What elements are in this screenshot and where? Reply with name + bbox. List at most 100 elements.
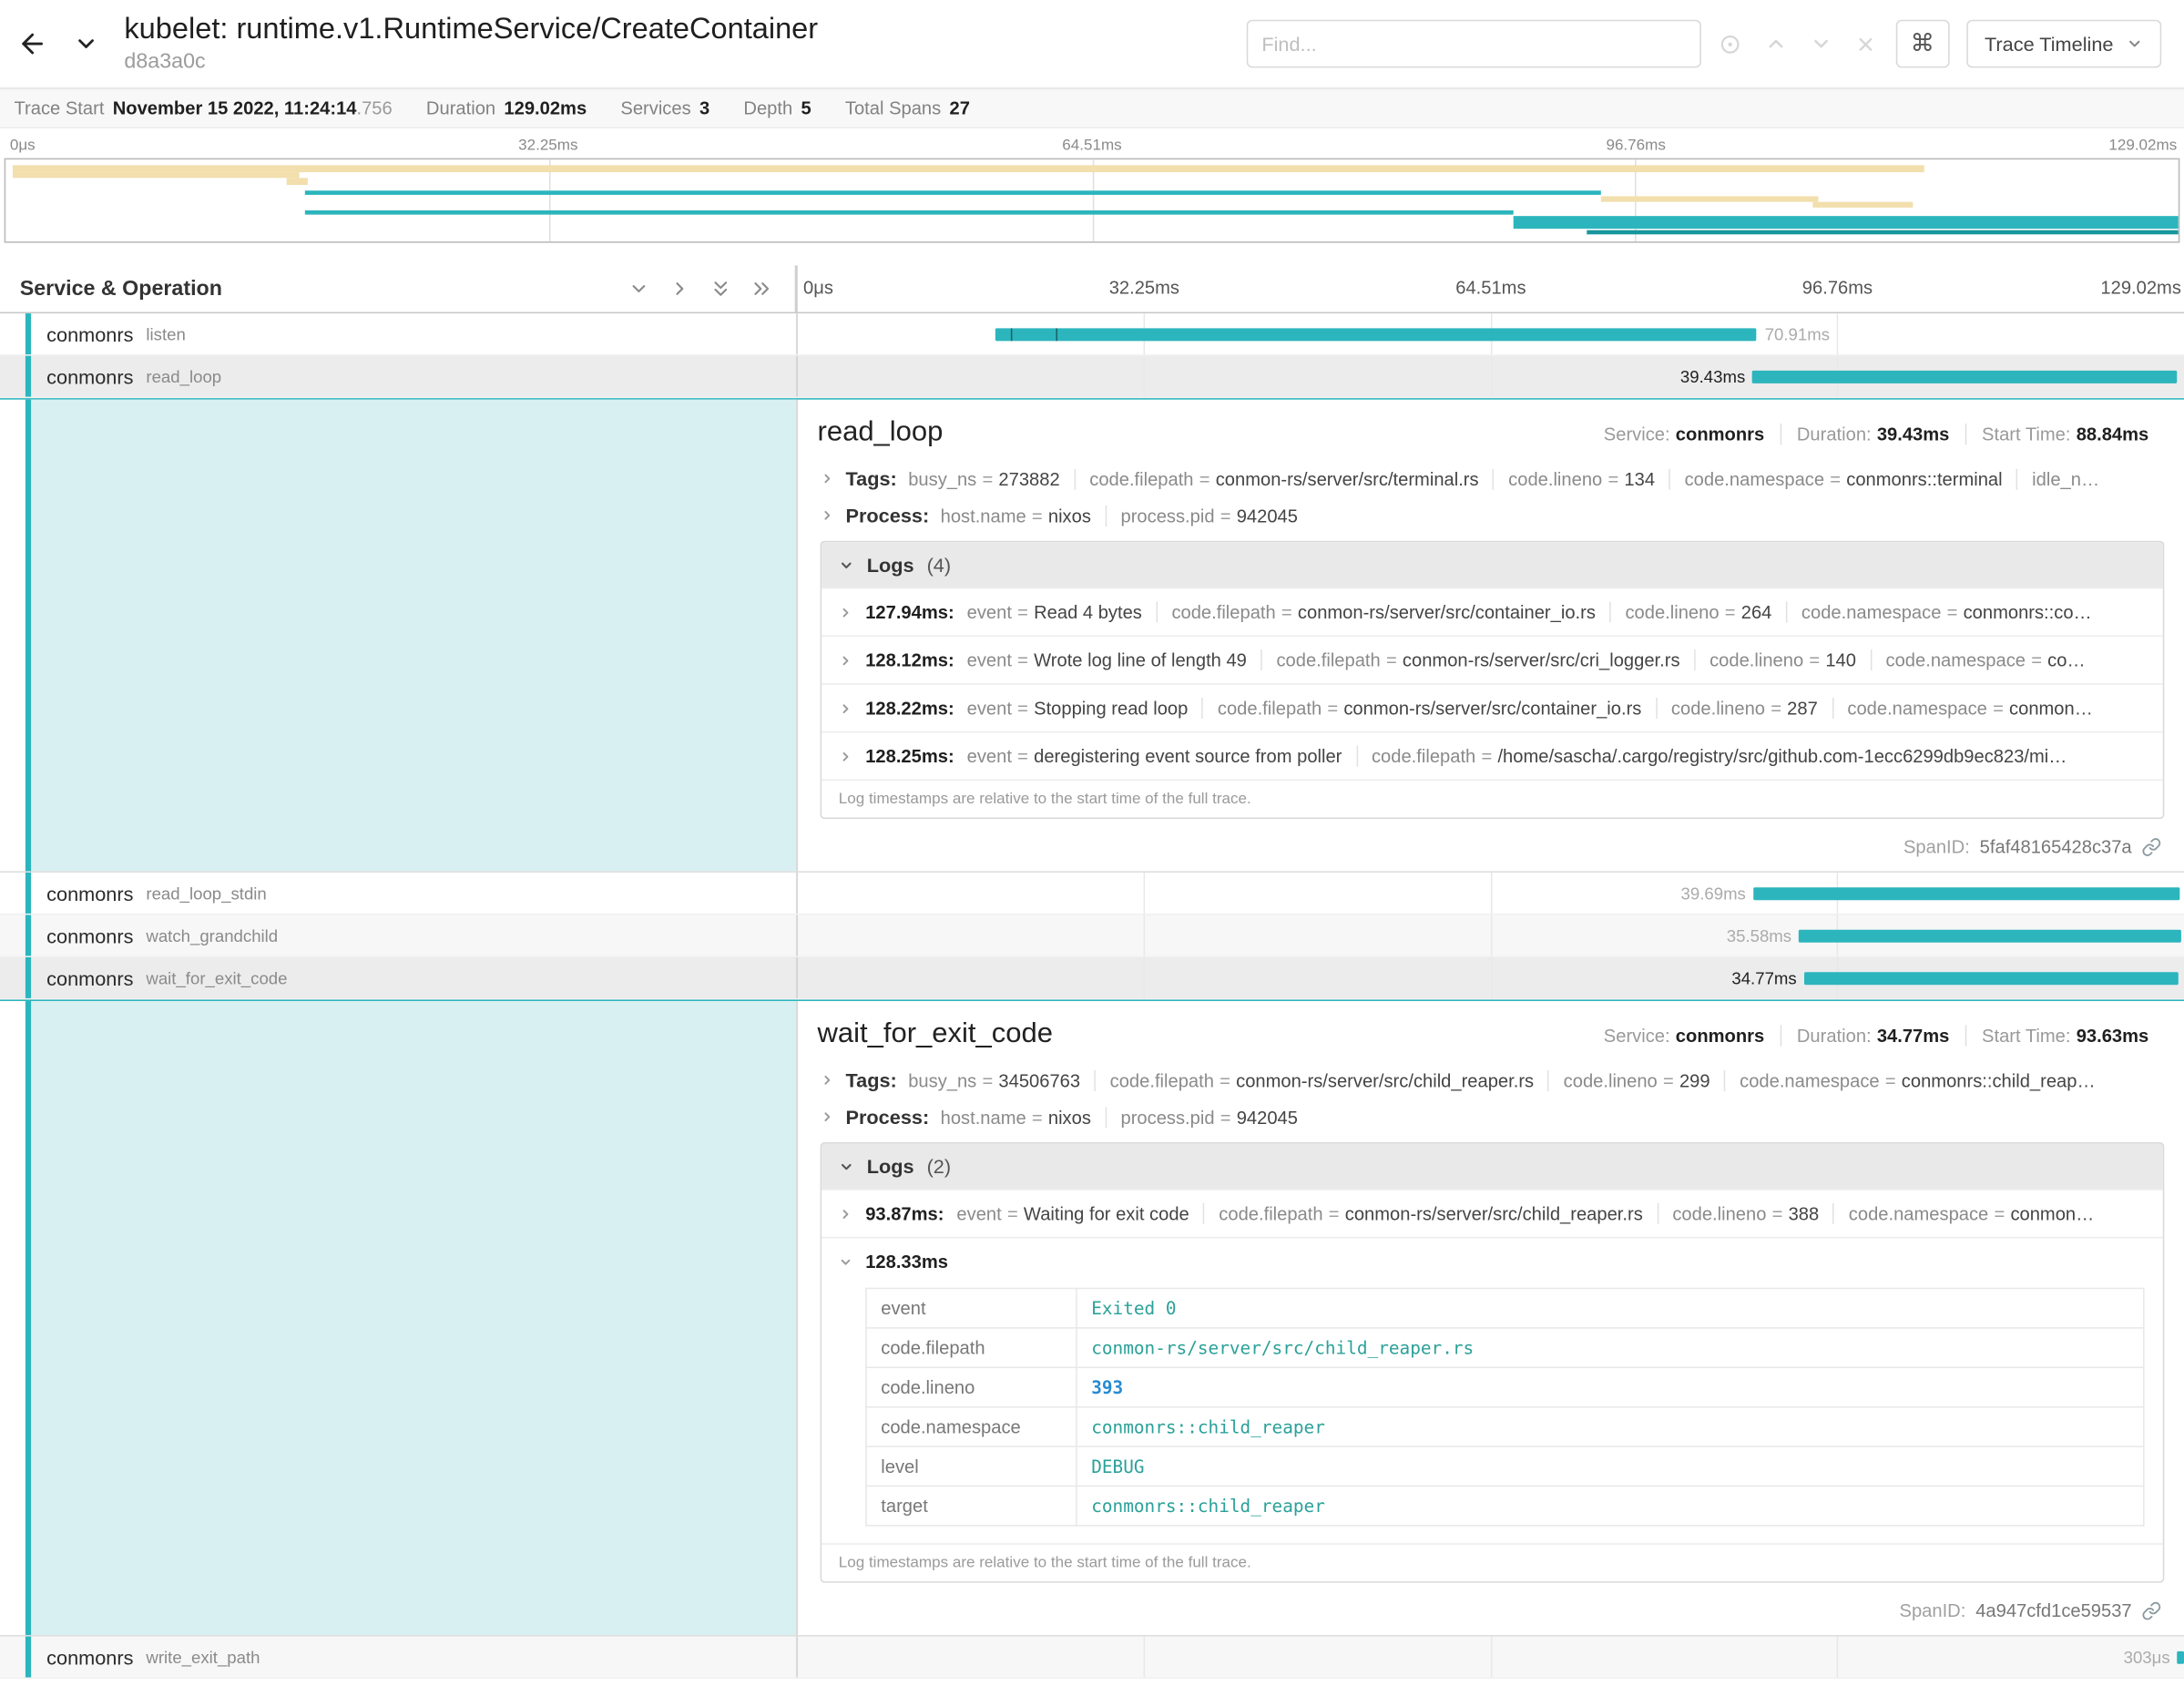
span-timeline-cell[interactable]: 34.77ms — [798, 957, 2184, 998]
command-icon: ⌘ — [1911, 30, 1934, 58]
kv-equals: = — [1993, 698, 2004, 719]
key-value-pair: code.lineno=287 — [1656, 698, 1832, 719]
logs-accordion-header[interactable]: Logs (2) — [822, 1144, 2163, 1190]
span-name-cell[interactable]: conmonrs read_loop_stdin — [0, 873, 798, 914]
span-row[interactable]: conmonrs read_loop 39.43ms — [0, 356, 2184, 399]
log-field-row: levelDEBUG — [866, 1446, 2144, 1486]
span-timeline-cell[interactable]: 39.43ms — [798, 356, 2184, 397]
span-name-cell[interactable]: conmonrs wait_for_exit_code — [0, 957, 798, 998]
key-value-pair: busy_ns=34506763 — [908, 1070, 1094, 1091]
arrow-left-icon — [17, 28, 48, 59]
field-key: target — [866, 1486, 1077, 1525]
log-fields-table-body: eventExited 0code.filepathconmon-rs/serv… — [866, 1288, 2144, 1525]
key-value-pair: event=Read 4 bytes — [967, 601, 1157, 622]
back-button[interactable] — [0, 0, 65, 87]
span-bar[interactable] — [1753, 886, 2180, 899]
log-entry[interactable]: 128.12ms: event=Wrote log line of length… — [822, 636, 2163, 684]
service-color-bar — [26, 957, 31, 998]
span-timeline-cell[interactable]: 35.58ms — [798, 915, 2184, 955]
key-value-pair: event=Wrote log line of length 49 — [967, 649, 1261, 670]
span-bar[interactable] — [1803, 971, 2178, 984]
logs-accordion-header[interactable]: Logs (4) — [822, 542, 2163, 588]
trace-view-selector[interactable]: Trace Timeline — [1966, 20, 2161, 68]
expand-all-icon[interactable] — [751, 278, 772, 299]
tags-accordion[interactable]: Tags: busy_ns=273882code.filepath=conmon… — [821, 467, 2165, 490]
kv-key: event — [967, 745, 1012, 766]
log-entry-header[interactable]: 128.33ms — [822, 1237, 2163, 1285]
keyboard-shortcuts-button[interactable]: ⌘ — [1895, 20, 1949, 68]
tags-accordion[interactable]: Tags: busy_ns=34506763code.filepath=conm… — [821, 1068, 2165, 1091]
log-entry[interactable]: 128.25ms: event=deregistering event sour… — [822, 731, 2163, 780]
span-bar[interactable] — [995, 328, 1757, 341]
kv-equals: = — [2031, 649, 2042, 670]
log-entry[interactable]: 93.87ms: event=Waiting for exit codecode… — [822, 1189, 2163, 1237]
clear-search-icon[interactable] — [1854, 33, 1875, 54]
service-color-bar — [26, 915, 31, 955]
minimap-canvas[interactable] — [5, 158, 2180, 243]
summary-value: 129.02ms — [504, 97, 587, 118]
process-accordion[interactable]: Process: host.name=nixosprocess.pid=9420… — [821, 504, 2165, 526]
expand-one-icon[interactable] — [669, 278, 690, 299]
trace-timeline-page: kubelet: runtime.v1.RuntimeService/Creat… — [0, 0, 2184, 1686]
log-timestamp: 127.94ms: — [865, 601, 954, 622]
key-value-pair: code.namespace=conmonrs::co… — [1786, 601, 2106, 622]
span-row[interactable]: conmonrs listen 70.91ms — [0, 313, 2184, 356]
kv-value: 140 — [1825, 649, 1856, 670]
collapse-one-icon[interactable] — [628, 278, 649, 299]
operation-name: watch_grandchild — [146, 925, 278, 945]
tags-list: busy_ns=34506763code.filepath=conmon-rs/… — [908, 1070, 2164, 1091]
span-bar[interactable] — [2177, 1650, 2184, 1663]
log-entry[interactable]: 128.22ms: event=Stopping read loopcode.f… — [822, 683, 2163, 731]
tags-label: Tags: — [846, 1068, 897, 1091]
kv-equals: = — [1809, 649, 1820, 670]
next-result-icon[interactable] — [1810, 33, 1832, 56]
kv-key: code.filepath — [1219, 1203, 1322, 1224]
kv-value: 134 — [1624, 469, 1655, 490]
timeline-ruler[interactable]: 0μs32.25ms64.51ms96.76ms129.02ms — [798, 265, 2184, 312]
span-bar[interactable] — [1799, 929, 2181, 942]
log-entry[interactable]: 127.94ms: event=Read 4 bytes code.filepat… — [822, 588, 2163, 636]
duration-value: 34.77ms — [1877, 1025, 1950, 1046]
span-name-cell[interactable]: conmonrs read_loop — [0, 356, 798, 397]
collapse-trace-header-button[interactable] — [65, 0, 107, 87]
kv-key: code.filepath — [1276, 649, 1380, 670]
process-accordion[interactable]: Process: host.name=nixosprocess.pid=9420… — [821, 1106, 2165, 1129]
kv-key: code.filepath — [1218, 698, 1322, 719]
link-icon[interactable] — [2142, 836, 2162, 856]
collapse-all-icon[interactable] — [710, 278, 731, 299]
chevron-right-icon — [839, 749, 853, 763]
span-bar[interactable] — [1752, 370, 2177, 383]
logs-note: Log timestamps are relative to the start… — [822, 780, 2163, 818]
span-row[interactable]: conmonrs write_exit_path 303μs — [0, 1637, 2184, 1680]
link-icon[interactable] — [2142, 1600, 2162, 1620]
span-row[interactable]: conmonrs read_loop_stdin 39.69ms — [0, 873, 2184, 915]
kv-key: code.namespace — [1801, 601, 1941, 622]
span-timeline-cell[interactable]: 39.69ms — [798, 873, 2184, 914]
summary-label: Total Spans — [845, 97, 941, 118]
span-timeline-cell[interactable]: 70.91ms — [798, 313, 2184, 354]
span-name-cell[interactable]: conmonrs watch_grandchild — [0, 915, 798, 955]
focus-span-icon[interactable] — [1718, 32, 1741, 56]
span-timeline-cell[interactable]: 303μs — [798, 1637, 2184, 1678]
key-value-pair: code.filepath=/home/sascha/.cargo/regist… — [1356, 745, 2081, 766]
span-row[interactable]: conmonrs wait_for_exit_code 34.77ms — [0, 957, 2184, 1000]
kv-value: 942045 — [1237, 1107, 1298, 1128]
prev-result-icon[interactable] — [1764, 33, 1787, 56]
trace-minimap[interactable]: 0μs32.25ms64.51ms96.76ms129.02ms — [0, 128, 2184, 254]
service-operation-title: Service & Operation — [20, 277, 222, 301]
log-field-row: code.lineno393 — [866, 1367, 2144, 1406]
kv-key: process.pid — [1120, 1107, 1214, 1128]
kv-key: code.filepath — [1171, 601, 1275, 622]
kv-equals: = — [1830, 469, 1841, 490]
span-row[interactable]: conmonrs watch_grandchild 35.58ms — [0, 915, 2184, 957]
key-value-pair: event=deregistering event source from po… — [967, 745, 1356, 766]
span-name-cell[interactable]: conmonrs write_exit_path — [0, 1637, 798, 1678]
title-block: kubelet: runtime.v1.RuntimeService/Creat… — [124, 13, 818, 74]
find-input[interactable] — [1246, 20, 1700, 68]
span-name-cell[interactable]: conmonrs listen — [0, 313, 798, 354]
operation-name: read_loop — [146, 366, 221, 386]
log-timestamp: 128.22ms: — [865, 698, 954, 719]
kv-equals: = — [1281, 601, 1292, 622]
service-meta: Service:conmonrs — [1588, 1025, 1781, 1046]
kv-key: code.lineno — [1709, 649, 1803, 670]
